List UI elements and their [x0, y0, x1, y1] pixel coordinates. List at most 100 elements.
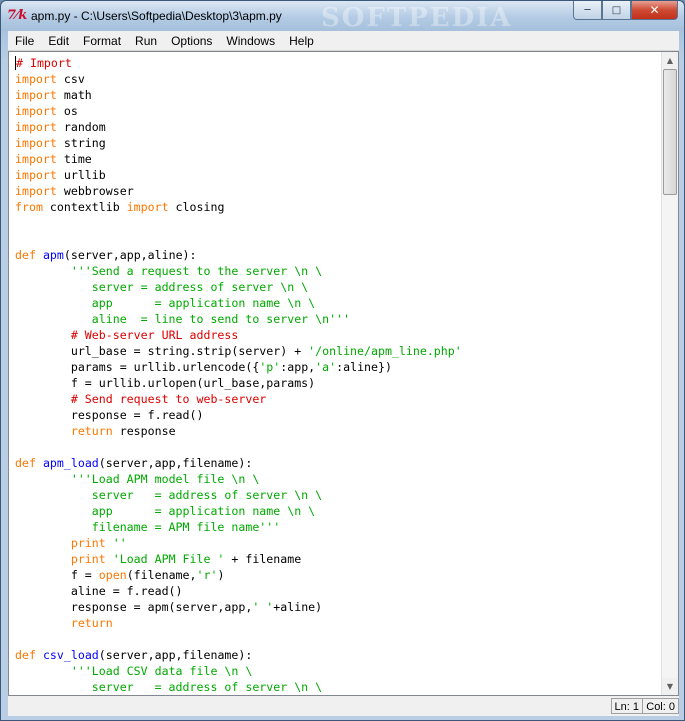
arrow-up-icon: ▲ [666, 56, 674, 65]
scroll-up-button[interactable]: ▲ [662, 52, 678, 69]
close-button[interactable]: ✕ [631, 1, 678, 20]
code-line: return [15, 615, 661, 631]
code-line: def csv_load(server,app,filename): [15, 647, 661, 663]
code-line: def apm_load(server,app,filename): [15, 455, 661, 471]
menu-file[interactable]: File [8, 31, 41, 51]
code-token: aline = f.read() [15, 584, 183, 598]
code-line: aline = line to send to server \n''' [15, 311, 661, 327]
code-token: 'r' [196, 568, 218, 582]
column-number: Col: 0 [642, 698, 679, 714]
menu-format[interactable]: Format [76, 31, 128, 51]
code-token: import [15, 104, 57, 118]
minimize-button[interactable]: ─ [573, 1, 602, 20]
code-line: '''Load CSV data file \n \ [15, 663, 661, 679]
code-editor[interactable]: # Import import csv import math import os im… [8, 51, 679, 696]
code-token: # Web-server URL address [70, 328, 239, 342]
code-line: def apm(server,app,aline): [15, 247, 661, 263]
idle-editor-window: 7⁄k apm.py - C:\Users\Softpedia\Desktop\… [0, 0, 685, 721]
code-token: print [70, 552, 106, 566]
code-token: aline = line to send to server \n''' [15, 312, 351, 326]
code-line: # Send request to web-server [15, 391, 661, 407]
menu-windows[interactable]: Windows [219, 31, 282, 51]
code-line: aline = f.read() [15, 583, 661, 599]
code-line: app = application name \n \ [15, 503, 661, 519]
code-token: # Import [16, 56, 72, 70]
code-token: return [70, 424, 113, 438]
menu-edit[interactable]: Edit [41, 31, 76, 51]
code-line: app = application name \n \ [15, 295, 661, 311]
code-token: '''Send a request to the server \n \ [70, 264, 323, 278]
scroll-thumb[interactable] [663, 69, 677, 195]
code-token: csv_load [42, 648, 99, 662]
code-text-area[interactable]: # Import import csv import math import os im… [15, 55, 661, 693]
code-line: f = open(filename,'r') [15, 567, 661, 583]
code-token: contextlib [42, 200, 127, 214]
code-token: 'Load APM File ' [112, 552, 225, 566]
code-token: params = urllib.urlencode({ [15, 360, 260, 374]
code-line: server = address of server \n \ [15, 279, 661, 295]
code-line: import string [15, 135, 661, 151]
code-token: import [15, 136, 57, 150]
code-token: import [126, 200, 169, 214]
code-token: f = [15, 568, 99, 582]
code-line: import urllib [15, 167, 661, 183]
code-token: '/online/apm_line.php' [308, 344, 462, 358]
code-token: os [56, 104, 78, 118]
code-line: '''Send a request to the server \n \ [15, 263, 661, 279]
code-token: import [15, 184, 57, 198]
code-token: '' [112, 536, 127, 550]
title-bar[interactable]: 7⁄k apm.py - C:\Users\Softpedia\Desktop\… [1, 1, 684, 33]
code-token: return [70, 616, 113, 630]
menu-bar: File Edit Format Run Options Windows Hel… [8, 31, 679, 51]
code-token: def [15, 248, 36, 262]
code-line: print 'Load APM File ' + filename [15, 551, 661, 567]
code-token: response [112, 424, 176, 438]
code-line: response = apm(server,app,' '+aline) [15, 599, 661, 615]
code-token: string [56, 136, 106, 150]
code-token: filename = APM file name''' [15, 520, 281, 534]
code-token: response = f.read() [15, 408, 204, 422]
code-token: +aline) [273, 600, 323, 614]
code-line: from contextlib import closing [15, 199, 661, 215]
code-token: 'a' [315, 360, 337, 374]
code-token: urllib [56, 168, 106, 182]
code-token: random [56, 120, 106, 134]
code-line: params = urllib.urlencode({'p':app,'a':a… [15, 359, 661, 375]
code-token: csv [56, 72, 85, 86]
code-token: webbrowser [56, 184, 134, 198]
window-controls: ─ □ ✕ [573, 1, 678, 20]
maximize-button[interactable]: □ [602, 1, 631, 20]
close-icon: ✕ [649, 3, 660, 17]
code-token: + filename [224, 552, 302, 566]
code-line: import os [15, 103, 661, 119]
menu-options[interactable]: Options [164, 31, 219, 51]
status-bar: Ln: 1 Col: 0 [8, 696, 679, 716]
code-token: server = address of server \n \ [15, 488, 323, 502]
code-token: (server,app,filename): [98, 456, 253, 470]
code-token: # Send request to web-server [70, 392, 267, 406]
code-token: (filename, [126, 568, 197, 582]
code-token: import [15, 168, 57, 182]
code-line: response = f.read() [15, 407, 661, 423]
scroll-down-button[interactable]: ▼ [662, 678, 678, 695]
code-token: time [56, 152, 92, 166]
menu-run[interactable]: Run [128, 31, 164, 51]
code-token: (server,app,filename): [98, 648, 253, 662]
code-token: f = urllib.urlopen(url_base,params) [15, 376, 316, 390]
code-line: print '' [15, 535, 661, 551]
code-line: # Import [15, 55, 661, 71]
arrow-down-icon: ▼ [666, 682, 674, 691]
code-line: url_base = string.strip(server) + '/onli… [15, 343, 661, 359]
menu-help[interactable]: Help [282, 31, 321, 51]
vertical-scrollbar[interactable]: ▲ ▼ [661, 52, 678, 695]
